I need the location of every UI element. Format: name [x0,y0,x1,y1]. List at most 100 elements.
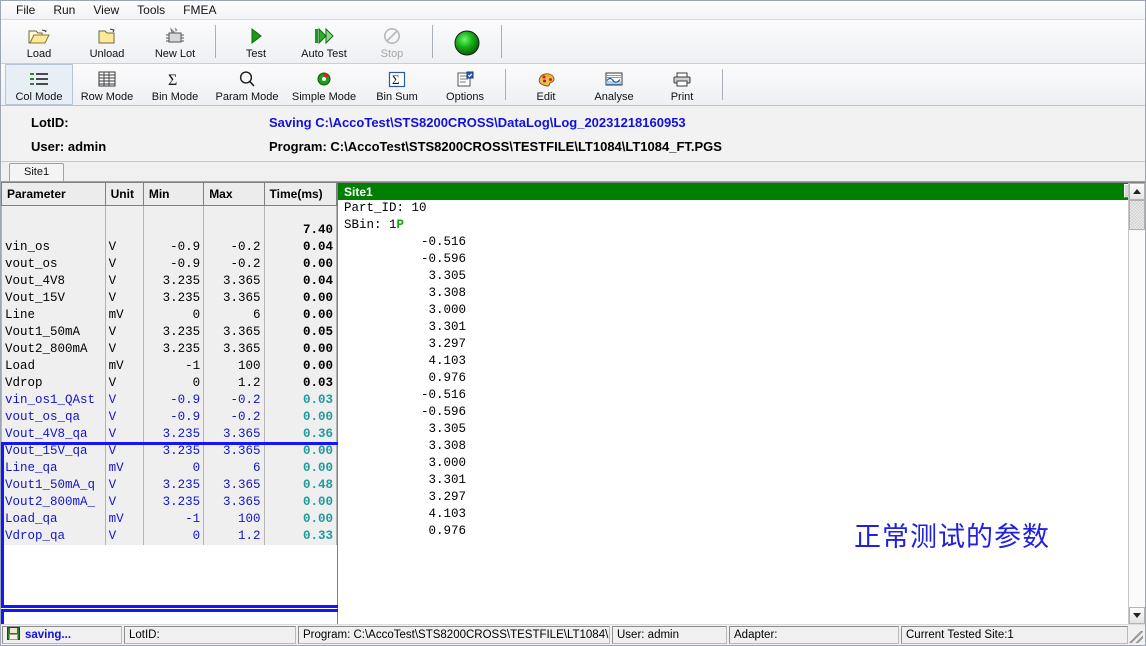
cell-parameter: vin_os [2,239,106,256]
header-unit[interactable]: Unit [105,183,143,205]
bin-sum-label: Bin Sum [376,91,418,103]
table-row[interactable]: Line_qamV060.00 [2,460,337,477]
table-row[interactable]: vin_os1_QAstV-0.9-0.20.03 [2,392,337,409]
lot-id-label: LotID: [1,115,269,130]
status-bar: saving... LotID: Program: C:\AccoTest\ST… [1,624,1145,645]
table-row[interactable]: VdropV01.20.03 [2,375,337,392]
measured-value: 3.305 [338,421,466,438]
table-row[interactable]: Vout_4V8V3.2353.3650.04 [2,273,337,290]
stop-button[interactable]: Stop [358,20,426,63]
table-row[interactable]: Vout1_50mA_qV3.2353.3650.48 [2,477,337,494]
tab-site1[interactable]: Site1 [9,163,64,181]
table-row[interactable]: Load_qamV-11000.00 [2,511,337,528]
table-row[interactable]: Vout2_800mAV3.2353.3650.00 [2,341,337,358]
menu-item-fmea[interactable]: FMEA [174,2,225,19]
table-row[interactable]: Vdrop_qaV01.20.33 [2,528,337,545]
table-row[interactable]: vout_osV-0.9-0.20.00 [2,256,337,273]
cell-time: 0.00 [264,409,336,426]
header-min[interactable]: Min [143,183,203,205]
resize-grip-icon[interactable] [1129,631,1143,643]
menu-item-view[interactable]: View [84,2,128,19]
vertical-scrollbar[interactable] [1128,183,1145,624]
analyse-button[interactable]: Analyse [580,64,648,105]
cell-time: 0.00 [264,443,336,460]
menu-item-file[interactable]: File [7,2,44,19]
table-row[interactable]: Vout2_800mA_V3.2353.3650.00 [2,494,337,511]
toolbar-filler [508,20,1145,63]
status-saving: saving... [2,626,122,644]
measured-value-row: 3.297 [338,489,1145,506]
cell-unit: V [105,409,143,426]
scroll-down-button[interactable] [1129,607,1145,624]
options-button[interactable]: Options [431,64,499,105]
table-row[interactable]: Vout_15VV3.2353.3650.00 [2,290,337,307]
summary-max [204,222,264,239]
cell-unit: V [105,426,143,443]
load-button[interactable]: Load [5,20,73,63]
table-header-row: Parameter Unit Min Max Time(ms) [2,183,337,205]
new-lot-button[interactable]: New Lot [141,20,209,63]
auto-test-button[interactable]: Auto Test [290,20,358,63]
cell-max: 3.365 [204,494,264,511]
scrollbar-track[interactable] [1129,230,1145,607]
program-path-value: Program: C:\AccoTest\STS8200CROSS\TESTFI… [269,139,722,154]
toolbar-separator [215,25,216,58]
status-lamp-button[interactable] [439,20,495,63]
site-value-rows: Part_ID: 10 SBin: 1P -0.516-0.5963.3053.… [338,200,1145,624]
properties-icon [456,69,475,90]
edit-label: Edit [537,91,556,103]
unload-button[interactable]: Unload [73,20,141,63]
bin-sum-button[interactable]: Σ Bin Sum [363,64,431,105]
measured-value: 4.103 [338,353,466,370]
sbin-label: SBin: 1 [344,218,397,232]
cell-min: -0.9 [143,239,203,256]
site-tab-strip: Site1 [1,162,1145,182]
user-label: User: admin [1,139,269,154]
header-max[interactable]: Max [204,183,264,205]
header-time[interactable]: Time(ms) [264,183,336,205]
cell-max: 3.365 [204,290,264,307]
table-row[interactable]: Vout_15V_qaV3.2353.3650.00 [2,443,337,460]
header-parameter[interactable]: Parameter [2,183,106,205]
open-folder-icon [28,26,50,47]
print-button[interactable]: Print [648,64,716,105]
measured-value-row: 4.103 [338,353,1145,370]
measured-value: 3.308 [338,285,466,302]
table-row[interactable]: LoadmV-11000.00 [2,358,337,375]
fast-forward-icon [313,26,335,47]
cell-unit: mV [105,460,143,477]
cell-parameter: vin_os1_QAst [2,392,106,409]
menu-bar: File Run View Tools FMEA [1,1,1145,20]
cell-parameter: Vout_15V_qa [2,443,106,460]
test-button[interactable]: Test [222,20,290,63]
table-row[interactable]: vin_osV-0.9-0.20.04 [2,239,337,256]
summary-parameter [2,222,106,239]
table-row[interactable]: vout_os_qaV-0.9-0.20.00 [2,409,337,426]
row-mode-button[interactable]: Row Mode [73,64,141,105]
menu-item-run[interactable]: Run [44,2,84,19]
table-row[interactable]: Vout_4V8_qaV3.2353.3650.36 [2,426,337,443]
scroll-up-button[interactable] [1129,183,1145,200]
cell-min: 3.235 [143,341,203,358]
cell-min: -0.9 [143,392,203,409]
table-row[interactable]: LinemV060.00 [2,307,337,324]
measured-value: 3.000 [338,302,466,319]
col-mode-button[interactable]: Col Mode [5,64,73,105]
grid-rows-icon [97,69,117,90]
cell-time: 0.00 [264,290,336,307]
measured-value-row: 3.308 [338,438,1145,455]
cell-max: -0.2 [204,409,264,426]
simple-mode-button[interactable]: Simple Mode [285,64,363,105]
measured-value: -0.596 [338,251,466,268]
param-mode-button[interactable]: Param Mode [209,64,285,105]
edit-button[interactable]: Edit [512,64,580,105]
scrollbar-thumb[interactable] [1129,200,1145,230]
cell-min: 0 [143,528,203,545]
waveform-icon [604,69,624,90]
measured-value-row: 3.305 [338,421,1145,438]
table-row[interactable]: Vout1_50mAV3.2353.3650.05 [2,324,337,341]
cell-unit: mV [105,307,143,324]
bin-mode-button[interactable]: Σ Bin Mode [141,64,209,105]
menu-item-tools[interactable]: Tools [128,2,174,19]
measured-value-row: 3.301 [338,472,1145,489]
